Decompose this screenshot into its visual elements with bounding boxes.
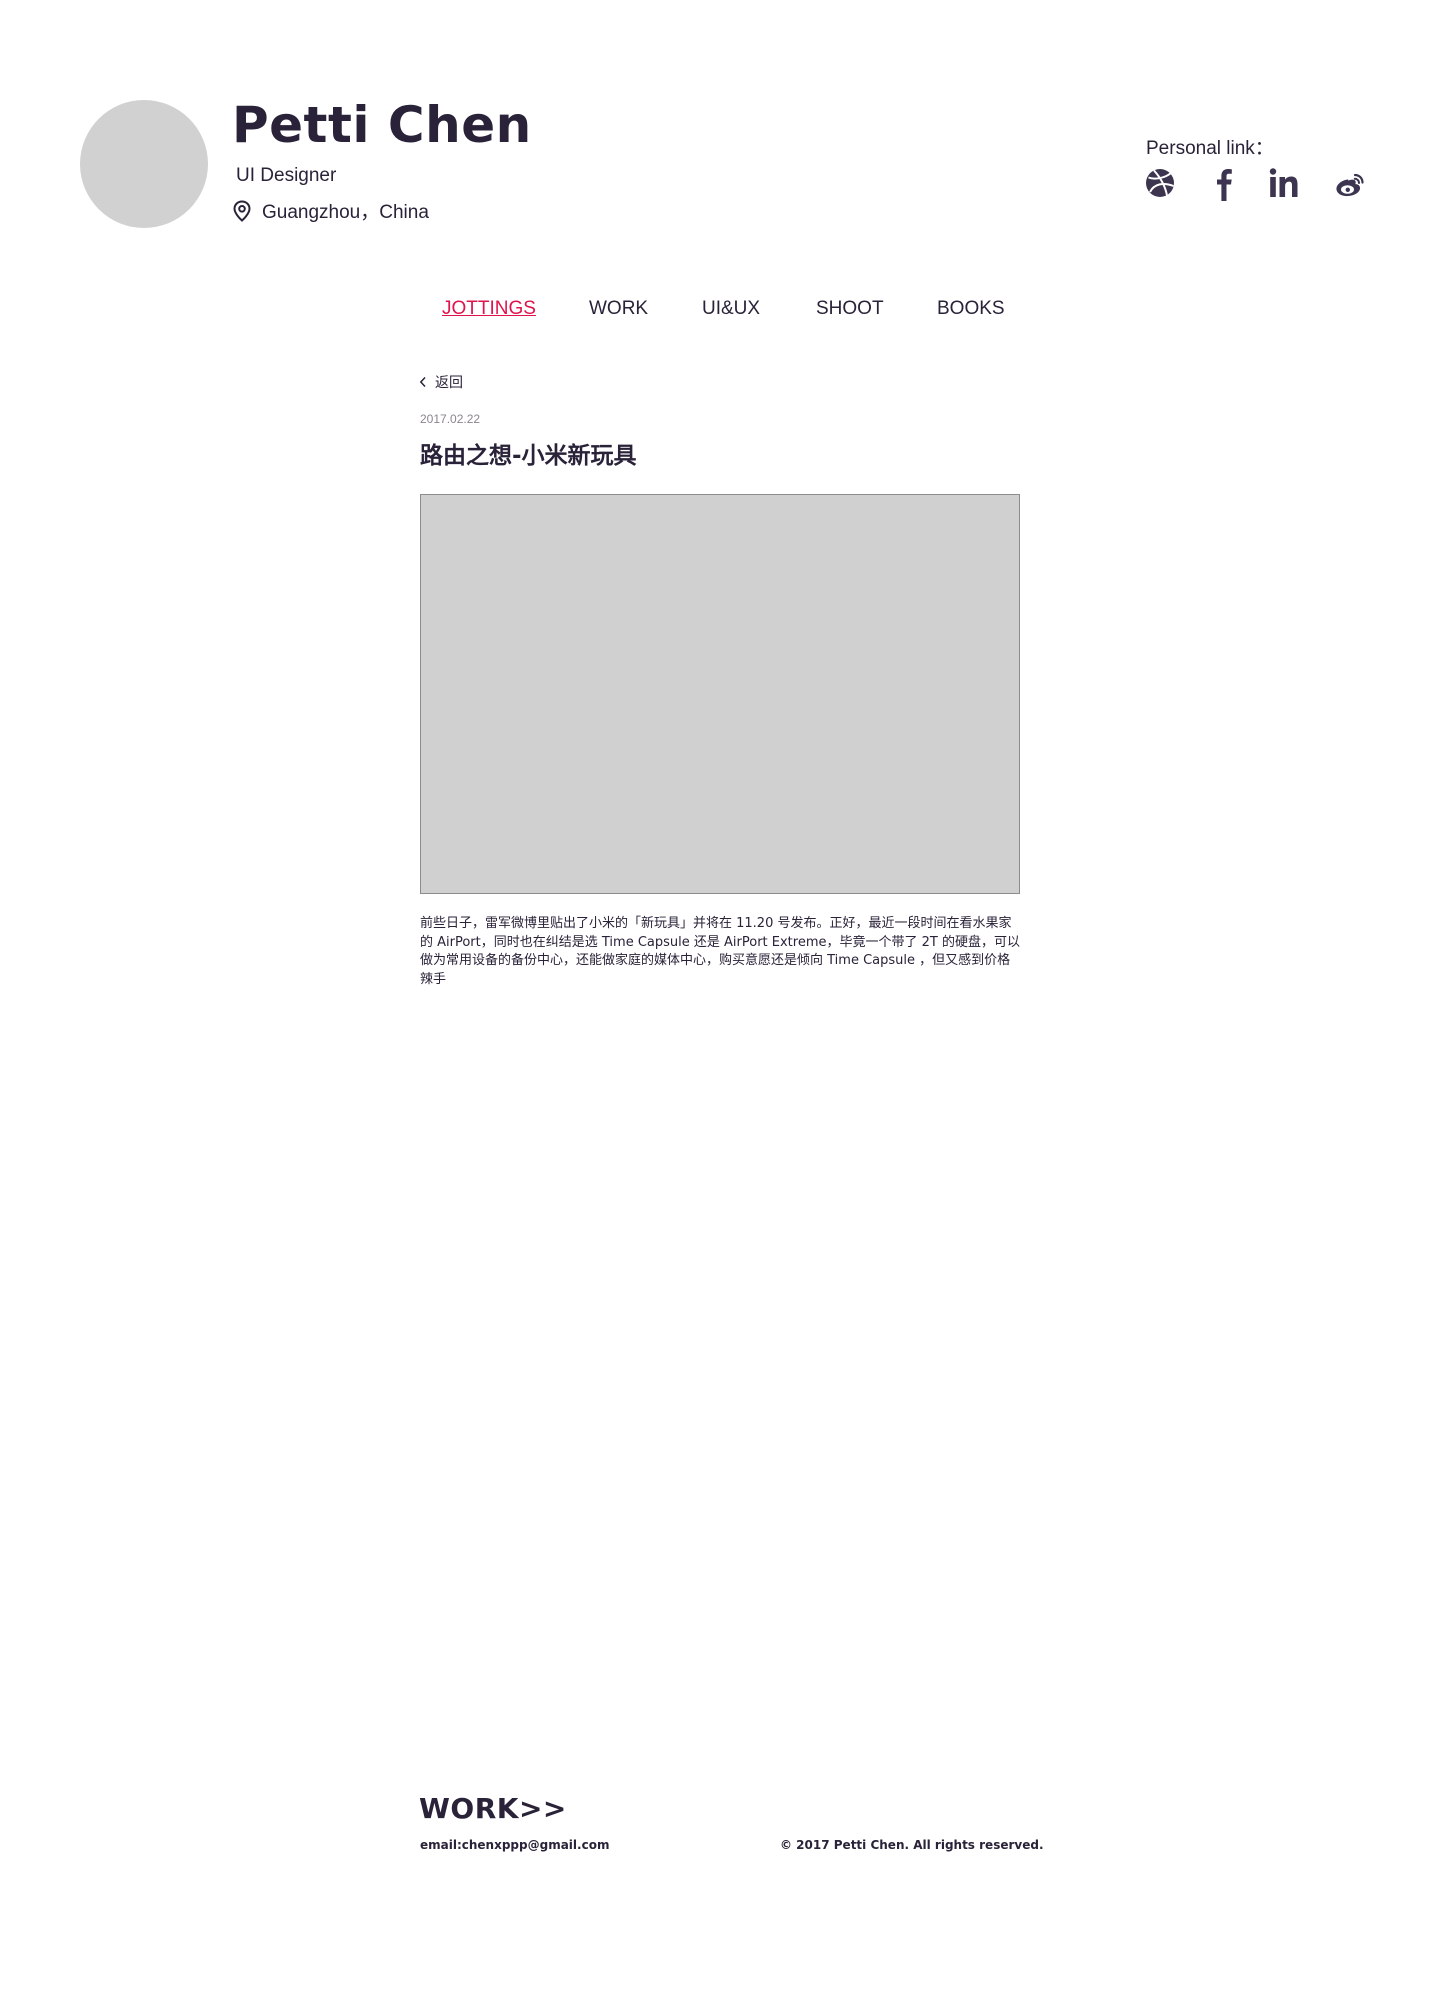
main-nav: JOTTINGS WORK UI&UX SHOOT BOOKS xyxy=(0,298,1440,322)
back-button[interactable]: 返回 xyxy=(419,372,463,392)
location-text: Guangzhou，China xyxy=(262,202,429,223)
tab-work[interactable]: WORK xyxy=(589,298,648,320)
post-body: 前些日子，雷军微博里贴出了小米的「新玩具」并将在 11.20 号发布。正好，最近… xyxy=(420,916,1020,987)
tab-shoot[interactable]: SHOOT xyxy=(816,298,884,320)
profile-name: Petti Chen xyxy=(232,96,532,154)
footer-copyright: © 2017 Petti Chen. All rights reserved. xyxy=(780,1838,1044,1852)
social-links xyxy=(1145,165,1365,201)
personal-link-label: Personal link： xyxy=(1146,138,1274,159)
weibo-icon[interactable] xyxy=(1335,165,1365,201)
tab-jottings[interactable]: JOTTINGS xyxy=(442,298,536,320)
post-title: 路由之想-小米新玩具 xyxy=(420,443,637,469)
dribbble-icon[interactable] xyxy=(1145,165,1175,201)
location-pin-icon xyxy=(233,199,251,222)
post-date: 2017.02.22 xyxy=(420,412,481,426)
footer-work-link[interactable]: WORK>> xyxy=(419,1792,567,1825)
linkedin-icon[interactable] xyxy=(1269,165,1299,201)
profile-location: Guangzhou，China xyxy=(232,197,429,224)
profile-title: UI Designer xyxy=(236,165,337,186)
avatar xyxy=(80,100,208,228)
tab-books[interactable]: BOOKS xyxy=(937,298,1005,320)
back-label: 返回 xyxy=(435,375,463,391)
facebook-icon[interactable] xyxy=(1215,165,1233,201)
post-image-placeholder xyxy=(420,494,1020,894)
chevron-left-icon xyxy=(419,376,426,388)
footer-email: email:chenxppp@gmail.com xyxy=(420,1838,610,1852)
tab-uiux[interactable]: UI&UX xyxy=(702,298,760,320)
